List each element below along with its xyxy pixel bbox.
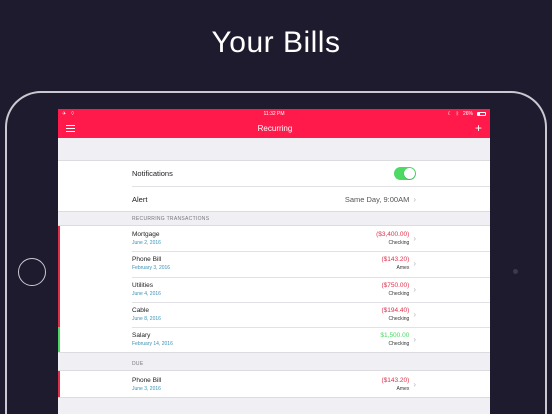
- notifications-row: Notifications: [132, 161, 490, 186]
- bluetooth-icon: ᛒ: [455, 110, 459, 117]
- transaction-amount: ($143.20): [381, 256, 410, 264]
- transaction-name: Utilities: [132, 281, 153, 289]
- transaction-name: Cable: [132, 307, 149, 315]
- notifications-toggle[interactable]: [394, 167, 416, 180]
- chevron-right-icon: ›: [413, 310, 416, 320]
- due-section-header: DUE: [132, 361, 144, 368]
- settings-group: Notifications Alert Same Day, 9:00AM ›: [58, 160, 490, 212]
- alert-row[interactable]: Alert Same Day, 9:00AM ›: [132, 186, 490, 211]
- transaction-name: Salary: [132, 332, 151, 340]
- chevron-right-icon: ›: [413, 379, 416, 389]
- moon-icon: ☾: [447, 110, 452, 117]
- transaction-row[interactable]: Salary February 14, 2016 $1,500.00 Checking…: [58, 327, 490, 353]
- plus-icon[interactable]: +: [475, 122, 482, 134]
- nav-title: Recurring: [257, 123, 293, 133]
- transaction-date: June 4, 2016: [132, 290, 161, 297]
- chevron-right-icon: ›: [413, 194, 416, 204]
- transaction-name: Phone Bill: [132, 256, 162, 264]
- chevron-right-icon: ›: [413, 234, 416, 244]
- transaction-account: Checking: [388, 240, 410, 247]
- status-bar: ✈ ⌔ 11:32 PM ☾ ᛒ 26%: [58, 109, 490, 118]
- due-list: Phone Bill June 3, 2016 ($143.20) Amex ›: [58, 370, 490, 398]
- transaction-date: June 3, 2016: [132, 385, 161, 392]
- category-stripe: [58, 276, 60, 302]
- category-stripe: [58, 301, 60, 328]
- transaction-account: Checking: [388, 290, 410, 297]
- battery-icon: [477, 111, 486, 116]
- status-time: 11:32 PM: [263, 110, 285, 117]
- transaction-row[interactable]: Mortgage June 2, 2016 ($3,400.00) Checking ›: [58, 226, 490, 252]
- category-stripe: [58, 371, 60, 397]
- notifications-label: Notifications: [132, 169, 173, 178]
- headline: Your Bills: [211, 26, 341, 59]
- recurring-list: Mortgage June 2, 2016 ($3,400.00) Checking ›…: [58, 225, 490, 354]
- transaction-name: Mortgage: [132, 231, 160, 239]
- transaction-date: June 2, 2016: [132, 240, 161, 247]
- transaction-amount: $1,500.00: [380, 332, 410, 340]
- transaction-amount: ($750.00): [381, 281, 410, 289]
- transaction-amount: ($3,400.00): [376, 231, 410, 239]
- transaction-row[interactable]: Phone Bill June 3, 2016 ($143.20) Amex ›: [58, 371, 490, 397]
- app-screen: ✈ ⌔ 11:32 PM ☾ ᛒ 26% Recurring + Notific…: [58, 109, 490, 414]
- chevron-right-icon: ›: [413, 259, 416, 269]
- transaction-date: February 14, 2016: [132, 341, 173, 348]
- transaction-account: Checking: [388, 316, 410, 323]
- chevron-right-icon: ›: [413, 284, 416, 294]
- transaction-name: Phone Bill: [132, 376, 162, 384]
- transaction-date: June 8, 2016: [132, 316, 161, 323]
- category-stripe: [58, 251, 60, 277]
- transaction-row[interactable]: Cable June 8, 2016 ($194.40) Checking ›: [58, 301, 490, 328]
- alert-label: Alert: [132, 194, 148, 204]
- transaction-account: Checking: [388, 341, 410, 348]
- camera-dot: [513, 269, 518, 274]
- transaction-account: Amex: [396, 265, 410, 272]
- home-button: [18, 258, 46, 286]
- transaction-amount: ($194.40): [381, 307, 410, 315]
- hamburger-icon[interactable]: [66, 124, 75, 132]
- category-stripe: [58, 327, 60, 353]
- category-stripe: [58, 226, 60, 252]
- chevron-right-icon: ›: [413, 335, 416, 345]
- recurring-section-header: RECURRING TRANSACTIONS: [132, 216, 210, 222]
- airplane-icon: ✈: [62, 110, 67, 117]
- transaction-row[interactable]: Phone Bill February 3, 2016 ($143.20) Amex ›: [58, 251, 490, 277]
- battery-percent: 26%: [462, 110, 473, 117]
- transaction-amount: ($143.20): [381, 376, 410, 384]
- wifi-icon: ⌔: [70, 110, 75, 117]
- transaction-account: Amex: [396, 385, 410, 392]
- transaction-row[interactable]: Utilities June 4, 2016 ($750.00) Checking ›: [58, 276, 490, 302]
- transaction-date: February 3, 2016: [132, 265, 171, 272]
- navigation-bar: Recurring +: [58, 118, 490, 138]
- alert-value: Same Day, 9:00AM: [344, 194, 410, 204]
